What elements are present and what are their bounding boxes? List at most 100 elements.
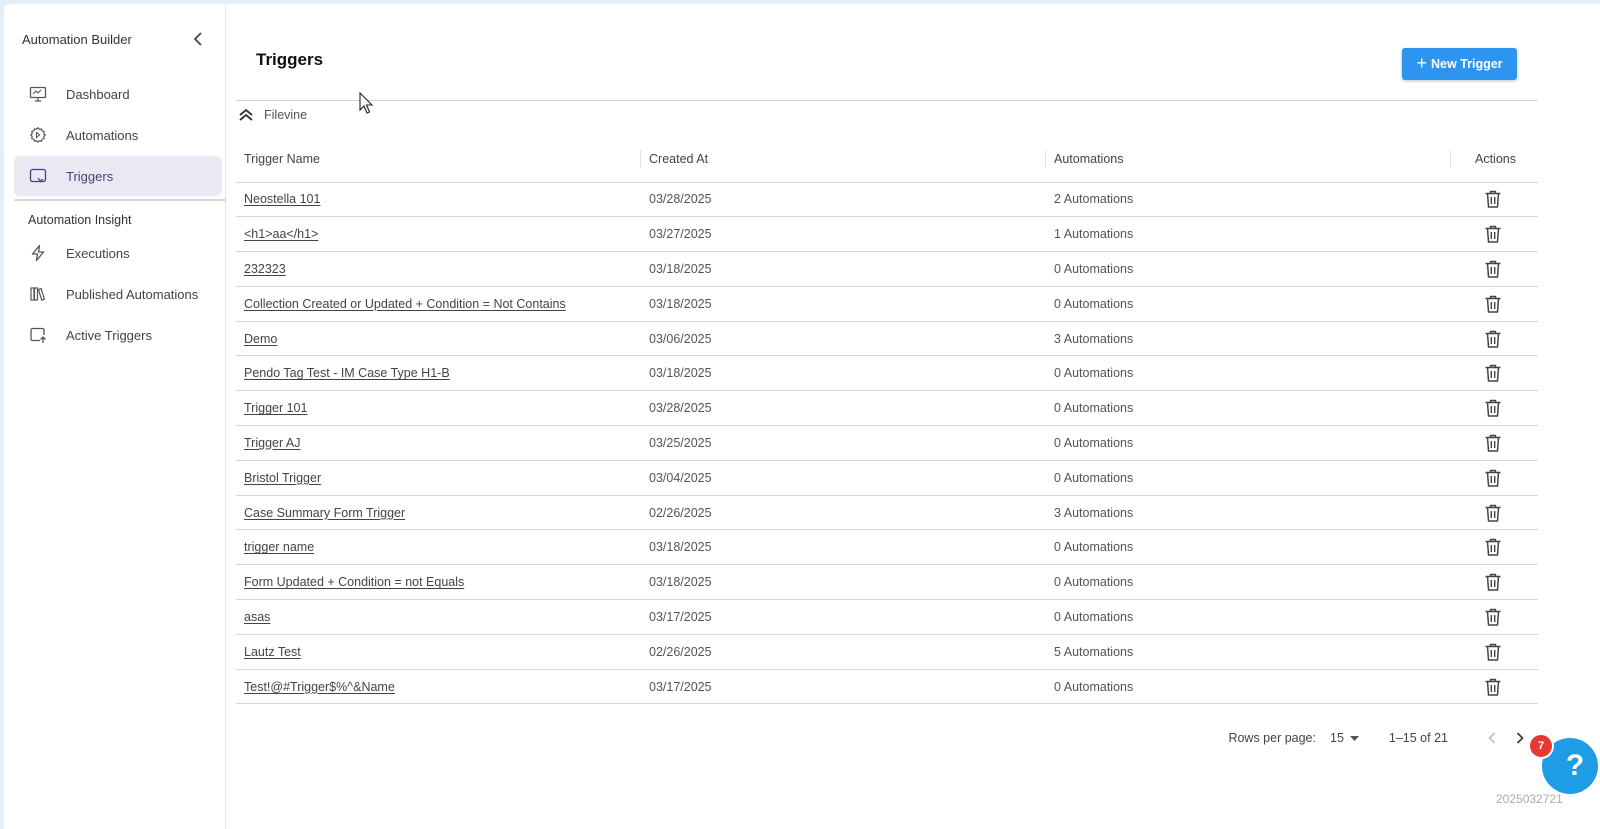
- actions-cell: [1451, 669, 1538, 705]
- trigger-name-link[interactable]: Form Updated + Condition = not Equals: [244, 575, 464, 589]
- sidebar-item-published-automations[interactable]: Published Automations: [14, 274, 222, 314]
- notification-badge: 7: [1528, 733, 1554, 759]
- table-row: <h1>aa</h1> 03/27/2025 1 Automations: [236, 216, 1538, 253]
- trigger-name-link[interactable]: Pendo Tag Test - IM Case Type H1-B: [244, 366, 450, 380]
- trigger-name-link[interactable]: Trigger AJ: [244, 436, 301, 450]
- table-row: Case Summary Form Trigger 02/26/2025 3 Aut…: [236, 495, 1538, 531]
- rows-per-page-label: Rows per page:: [1228, 731, 1316, 745]
- delete-trash-icon[interactable]: [1484, 363, 1504, 383]
- automations-count-cell: 2 Automations: [1046, 182, 1451, 218]
- created-at-cell: 03/06/2025: [641, 321, 1046, 357]
- delete-trash-icon[interactable]: [1484, 642, 1504, 662]
- delete-trash-icon[interactable]: [1484, 294, 1504, 314]
- table-row: Trigger 101 03/28/2025 0 Automations: [236, 390, 1538, 427]
- trigger-name-link[interactable]: Collection Created or Updated + Conditio…: [244, 297, 566, 311]
- trigger-name-cell: Bristol Trigger: [236, 460, 641, 496]
- sidebar-item-label: Dashboard: [66, 86, 130, 102]
- delete-trash-icon[interactable]: [1484, 607, 1504, 627]
- sidebar-item-label: Published Automations: [66, 286, 199, 302]
- table-row: Demo 03/06/2025 3 Automations: [236, 321, 1538, 357]
- trigger-name-link[interactable]: Lautz Test: [244, 645, 301, 659]
- section-label-insight: Automation Insight: [28, 213, 132, 227]
- actions-cell: [1451, 182, 1538, 218]
- watermark-text: 2025032721: [1496, 792, 1563, 806]
- automations-count-cell: 0 Automations: [1046, 669, 1451, 705]
- sidebar-item-automations[interactable]: Automations: [14, 115, 222, 155]
- trigger-name-link[interactable]: <h1>aa</h1>: [244, 227, 318, 241]
- created-at-cell: 03/28/2025: [641, 390, 1046, 427]
- table-header-row: Trigger Name Created At Automations Acti…: [236, 136, 1538, 183]
- trigger-name-link[interactable]: Demo: [244, 332, 277, 346]
- trigger-name-cell: trigger name: [236, 529, 641, 566]
- group-toggle-filevine[interactable]: Filevine: [238, 108, 307, 122]
- actions-cell: [1451, 216, 1538, 253]
- delete-trash-icon[interactable]: [1484, 224, 1504, 244]
- created-at-cell: 03/25/2025: [641, 425, 1046, 461]
- sidebar-item-active-triggers[interactable]: Active Triggers: [14, 315, 222, 355]
- table-row: Form Updated + Condition = not Equals 03/…: [236, 564, 1538, 601]
- actions-cell: [1451, 495, 1538, 531]
- column-header-automations[interactable]: Automations: [1046, 136, 1451, 183]
- delete-trash-icon[interactable]: [1484, 537, 1504, 557]
- trigger-name-link[interactable]: Neostella 101: [244, 192, 320, 206]
- trigger-name-link[interactable]: Case Summary Form Trigger: [244, 506, 405, 520]
- actions-cell: [1451, 634, 1538, 670]
- trigger-name-link[interactable]: 232323: [244, 262, 286, 276]
- pagination: Rows per page: 15 1–15 of 21: [1228, 724, 1534, 752]
- app-title: Automation Builder: [22, 31, 132, 47]
- automations-count-cell: 0 Automations: [1046, 529, 1451, 566]
- created-at-cell: 03/28/2025: [641, 182, 1046, 218]
- trigger-name-link[interactable]: trigger name: [244, 540, 314, 554]
- actions-cell: [1451, 390, 1538, 427]
- created-at-cell: 02/26/2025: [641, 634, 1046, 670]
- chevron-left-icon: [193, 32, 202, 46]
- triggers-table: Trigger Name Created At Automations Acti…: [236, 136, 1538, 705]
- delete-trash-icon[interactable]: [1484, 398, 1504, 418]
- main-nav: Dashboard Automations Triggers: [4, 74, 225, 196]
- sidebar-item-dashboard[interactable]: Dashboard: [14, 74, 222, 114]
- created-at-cell: 03/18/2025: [641, 529, 1046, 566]
- previous-page-button[interactable]: [1478, 724, 1506, 752]
- table-row: Test!@#Trigger$%^&Name 03/17/2025 0 Automa…: [236, 669, 1538, 705]
- trigger-name-link[interactable]: asas: [244, 610, 270, 624]
- delete-trash-icon[interactable]: [1484, 189, 1504, 209]
- actions-cell: [1451, 529, 1538, 566]
- created-at-cell: 03/18/2025: [641, 251, 1046, 287]
- column-header-created-at[interactable]: Created At: [641, 136, 1046, 183]
- trigger-name-cell: asas: [236, 599, 641, 635]
- table-row: Collection Created or Updated + Conditio…: [236, 286, 1538, 322]
- delete-trash-icon[interactable]: [1484, 468, 1504, 488]
- delete-trash-icon[interactable]: [1484, 329, 1504, 349]
- trigger-name-link[interactable]: Bristol Trigger: [244, 471, 321, 485]
- active-trigger-icon: [28, 325, 48, 345]
- delete-trash-icon[interactable]: [1484, 503, 1504, 523]
- column-header-trigger-name[interactable]: Trigger Name: [236, 136, 641, 183]
- insight-nav: Executions Published Automations Active …: [4, 233, 225, 355]
- automations-count-cell: 1 Automations: [1046, 216, 1451, 253]
- gear-icon: [28, 125, 48, 145]
- trigger-name-link[interactable]: Test!@#Trigger$%^&Name: [244, 680, 395, 694]
- sidebar-item-executions[interactable]: Executions: [14, 233, 222, 273]
- new-trigger-button[interactable]: + New Trigger: [1402, 48, 1517, 80]
- actions-cell: [1451, 286, 1538, 322]
- delete-trash-icon[interactable]: [1484, 433, 1504, 453]
- table-row: 232323 03/18/2025 0 Automations: [236, 251, 1538, 287]
- delete-trash-icon[interactable]: [1484, 677, 1504, 697]
- delete-trash-icon[interactable]: [1484, 259, 1504, 279]
- sidebar-item-triggers[interactable]: Triggers: [14, 156, 222, 196]
- automations-count-cell: 0 Automations: [1046, 251, 1451, 287]
- trigger-screen-icon: [28, 166, 48, 186]
- trigger-name-cell: <h1>aa</h1>: [236, 216, 641, 253]
- delete-trash-icon[interactable]: [1484, 572, 1504, 592]
- trigger-name-cell: Form Updated + Condition = not Equals: [236, 564, 641, 601]
- table-row: trigger name 03/18/2025 0 Automations: [236, 529, 1538, 566]
- table-body: Neostella 101 03/28/2025 2 Automations <h1>…: [236, 182, 1538, 705]
- rows-per-page-select[interactable]: 15: [1330, 731, 1359, 745]
- actions-cell: [1451, 355, 1538, 392]
- automations-count-cell: 0 Automations: [1046, 599, 1451, 635]
- collapse-sidebar-button[interactable]: [187, 28, 209, 50]
- column-header-actions: Actions: [1451, 136, 1538, 183]
- app-window: Automation Builder Dashboard Automations: [4, 4, 1600, 829]
- trigger-name-link[interactable]: Trigger 101: [244, 401, 307, 415]
- created-at-cell: 03/27/2025: [641, 216, 1046, 253]
